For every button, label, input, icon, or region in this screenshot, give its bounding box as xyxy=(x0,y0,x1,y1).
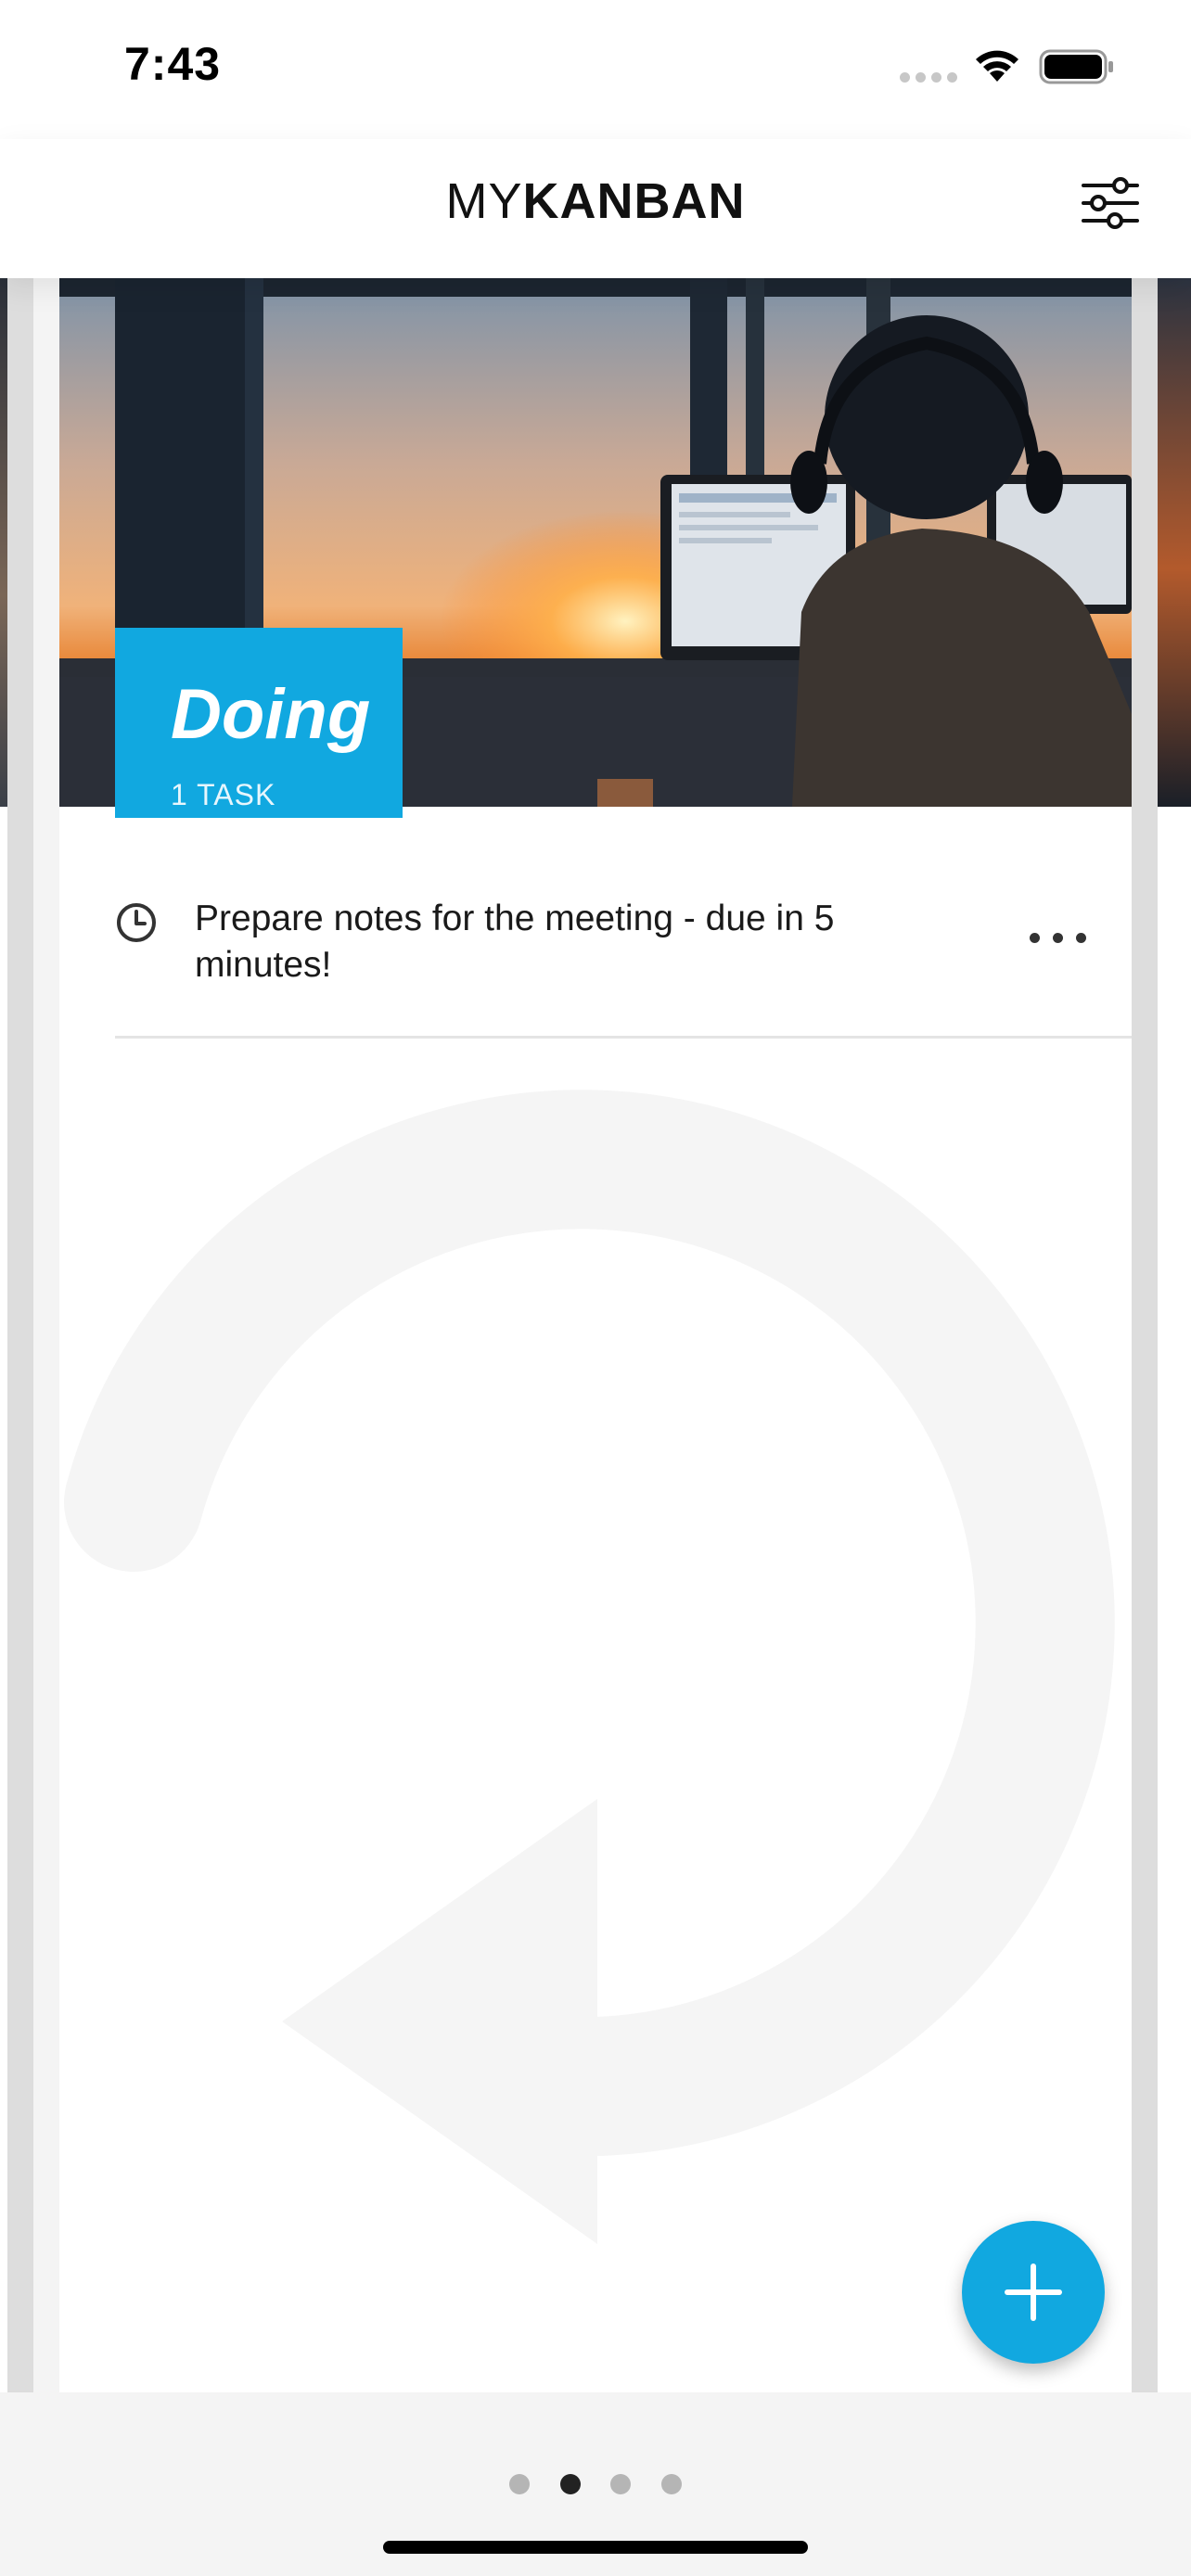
column-label: Doing 1 TASK xyxy=(115,628,403,818)
next-column-image xyxy=(1158,278,1191,807)
column-card: Doing 1 TASK Prepare notes for the meeti… xyxy=(59,278,1132,2392)
sliders-icon[interactable] xyxy=(1076,169,1145,237)
clock-icon xyxy=(117,903,156,942)
previous-column-card[interactable] xyxy=(0,278,33,2392)
wifi-icon xyxy=(976,50,1018,82)
plus-icon xyxy=(1005,2264,1062,2321)
home-indicator[interactable] xyxy=(383,2541,808,2554)
battery-icon xyxy=(1039,49,1113,84)
page-dot-active[interactable] xyxy=(559,2474,581,2494)
screen: 7:43 MYKANBAN Doing 1 TASK Prepare notes… xyxy=(0,0,1191,2576)
cellular-signal-icon xyxy=(900,72,957,83)
column-task-count: 1 TASK xyxy=(171,778,276,811)
page-dot[interactable] xyxy=(660,2474,682,2494)
task-title: Prepare notes for the meeting - due in 5… xyxy=(195,899,835,985)
next-column-card[interactable] xyxy=(1158,278,1191,2392)
add-task-button[interactable] xyxy=(962,2221,1105,2364)
app-title: MYKANBAN xyxy=(0,172,1191,230)
app-header: MYKANBAN xyxy=(0,139,1191,278)
page-indicator xyxy=(0,2474,1191,2498)
more-horizontal-icon[interactable] xyxy=(1024,920,1093,957)
previous-column-image xyxy=(0,278,7,807)
page-dot[interactable] xyxy=(610,2474,632,2494)
status-time: 7:43 xyxy=(124,38,222,90)
card-gutter xyxy=(1132,278,1158,2392)
app-title-name: KANBAN xyxy=(522,173,746,229)
page-dot[interactable] xyxy=(509,2474,531,2494)
column-title: Doing xyxy=(171,675,371,754)
status-bar: 7:43 xyxy=(0,0,1191,139)
task-item[interactable]: Prepare notes for the meeting - due in 5… xyxy=(115,872,1132,1039)
app-title-prefix: MY xyxy=(445,173,523,229)
